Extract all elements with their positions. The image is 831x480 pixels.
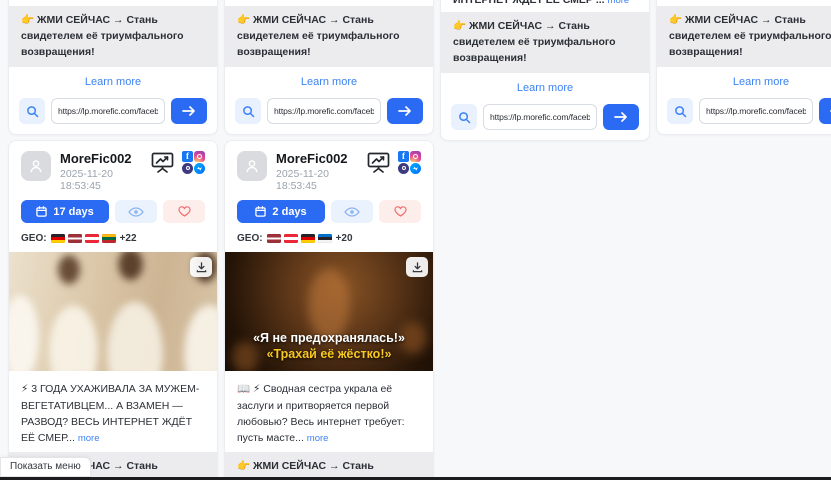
more-link[interactable]: more <box>307 433 329 444</box>
geo-flags <box>267 234 332 243</box>
cta-text: 👉 ЖМИ СЕЙЧАС → Стань свидетелем её триум… <box>9 6 217 67</box>
open-url-button[interactable] <box>603 104 639 130</box>
placements-icons: f <box>182 151 205 174</box>
open-url-button[interactable] <box>387 98 423 124</box>
preview-eye-button[interactable] <box>331 200 373 223</box>
flag-ee-icon <box>318 234 332 243</box>
download-image-button[interactable] <box>406 257 428 277</box>
geo-flags <box>51 234 116 243</box>
placements-icons: f <box>398 151 421 174</box>
geo-row: GEO: +20 <box>225 231 433 252</box>
landing-url-input[interactable] <box>483 104 597 130</box>
advertiser-row: MoreFic002 2025-11-20 18:53:45 f <box>9 141 217 197</box>
creative-datetime: 2025-11-20 18:53:45 <box>276 168 357 192</box>
column-4: 👉 ЖМИ СЕЙЧАС → Стань свидетелем её триум… <box>656 0 831 135</box>
days-label: 2 days <box>272 206 306 218</box>
creative-image[interactable] <box>9 252 217 371</box>
advertiser-name: MoreFic002 <box>60 151 141 166</box>
creative-card-partial: 👉 ЖМИ СЕЙЧАС → Стань свидетелем её триум… <box>656 0 831 135</box>
ad-body-text: ⚡ 3 ГОДА УХАЖИВАЛА ЗА МУЖЕМ-ВЕГЕТАТИВЦЕМ… <box>21 383 199 444</box>
more-link[interactable]: more <box>608 0 630 6</box>
download-image-button[interactable] <box>190 257 212 277</box>
messenger-icon <box>410 163 421 174</box>
column-2: 👉 ЖМИ СЕЙЧАС → Стань свидетелем её триум… <box>224 0 434 480</box>
instagram-icon <box>410 151 421 162</box>
image-overlay-line2: «Трахай её жёстко!» <box>225 346 433 363</box>
flag-de-icon <box>301 234 315 243</box>
open-url-button[interactable] <box>819 98 831 124</box>
advertiser-name: MoreFic002 <box>276 151 357 166</box>
presentation-chart-icon <box>366 151 391 174</box>
learn-more-link[interactable]: Learn more <box>441 73 649 99</box>
avatar <box>237 151 267 181</box>
landing-url-input[interactable] <box>267 98 381 124</box>
creative-card: MoreFic002 2025-11-20 18:53:45 f <box>8 140 218 480</box>
days-label: 17 days <box>53 206 93 218</box>
search-icon[interactable] <box>235 98 261 124</box>
flag-lv-icon <box>68 234 82 243</box>
url-row <box>9 93 217 134</box>
creative-card-partial: ИНТЕРНЕТ ЖДЁТ ЕЁ СМЕР ... more 👉 ЖМИ СЕЙ… <box>440 0 650 141</box>
learn-more-link[interactable]: Learn more <box>225 67 433 93</box>
geo-label: GEO: <box>21 233 47 244</box>
learn-more-link[interactable]: Learn more <box>9 67 217 93</box>
landing-url-input[interactable] <box>51 98 165 124</box>
cta-text: 👉 ЖМИ СЕЙЧАС → Стань свидетелем её триум… <box>441 12 649 73</box>
open-url-button[interactable] <box>171 98 207 124</box>
creative-card: MoreFic002 2025-11-20 18:53:45 f <box>224 140 434 480</box>
geo-extra-count: +22 <box>120 233 137 244</box>
cta-text: 👉 ЖМИ СЕЙЧАС → Стань свидетелем её триум… <box>225 452 433 480</box>
url-row <box>657 93 831 134</box>
audience-network-icon <box>182 163 193 174</box>
geo-extra-count: +20 <box>336 233 353 244</box>
image-overlay-line1: «Я не предохранялась!» <box>225 330 433 347</box>
cta-text: 👉 ЖМИ СЕЙЧАС → Стань свидетелем её триум… <box>225 6 433 67</box>
facebook-icon: f <box>398 151 409 162</box>
landing-url-input[interactable] <box>699 98 813 124</box>
url-row <box>441 99 649 140</box>
flag-at-icon <box>284 234 298 243</box>
cta-text: 👉 ЖМИ СЕЙЧАС → Стань свидетелем её триум… <box>657 6 831 67</box>
search-icon[interactable] <box>667 98 693 124</box>
preview-eye-button[interactable] <box>115 200 157 223</box>
advertiser-row: MoreFic002 2025-11-20 18:53:45 f <box>225 141 433 197</box>
avatar <box>21 151 51 181</box>
flag-lt-icon <box>102 234 116 243</box>
learn-more-link[interactable]: Learn more <box>657 67 831 93</box>
creatives-board: 👉 ЖМИ СЕЙЧАС → Стань свидетелем её триум… <box>0 0 831 480</box>
favorite-heart-button[interactable] <box>163 200 205 223</box>
creative-image[interactable]: «Я не предохранялась!» «Трахай её жёстко… <box>225 252 433 371</box>
show-menu-button[interactable]: Показать меню <box>0 457 91 477</box>
instagram-icon <box>194 151 205 162</box>
favorite-heart-button[interactable] <box>379 200 421 223</box>
creative-image-figures <box>9 252 217 371</box>
creative-card-partial: 👉 ЖМИ СЕЙЧАС → Стань свидетелем её триум… <box>224 0 434 135</box>
facebook-icon: f <box>182 151 193 162</box>
more-link[interactable]: more <box>78 433 100 444</box>
geo-row: GEO: +22 <box>9 231 217 252</box>
column-3: ИНТЕРНЕТ ЖДЁТ ЕЁ СМЕР ... more 👉 ЖМИ СЕЙ… <box>440 0 650 141</box>
search-icon[interactable] <box>19 98 45 124</box>
presentation-chart-icon <box>150 151 175 174</box>
flag-de-icon <box>51 234 65 243</box>
column-1: 👉 ЖМИ СЕЙЧАС → Стань свидетелем её триум… <box>8 0 218 480</box>
ad-body-text-truncated: ИНТЕРНЕТ ЖДЁТ ЕЁ СМЕР ... <box>453 0 605 6</box>
creative-datetime: 2025-11-20 18:53:45 <box>60 168 141 192</box>
geo-label: GEO: <box>237 233 263 244</box>
days-active-button[interactable]: 17 days <box>21 200 109 223</box>
days-active-button[interactable]: 2 days <box>237 200 325 223</box>
audience-network-icon <box>398 163 409 174</box>
search-icon[interactable] <box>451 104 477 130</box>
url-row <box>225 93 433 134</box>
flag-at-icon <box>85 234 99 243</box>
messenger-icon <box>194 163 205 174</box>
creative-card-partial: 👉 ЖМИ СЕЙЧАС → Стань свидетелем её триум… <box>8 0 218 135</box>
flag-lv-icon <box>267 234 281 243</box>
